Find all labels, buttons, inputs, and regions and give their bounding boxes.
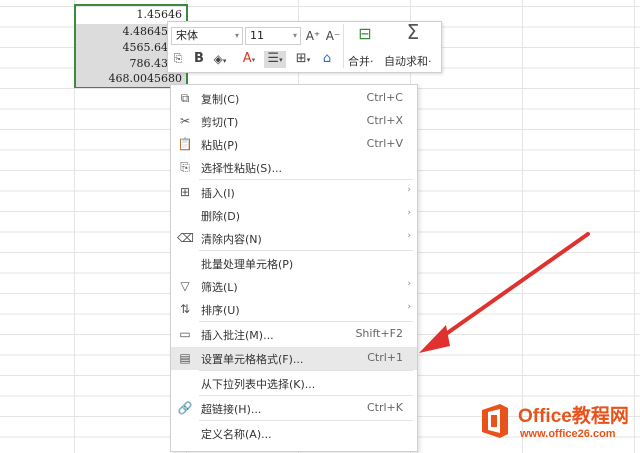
watermark-brand: Office教程网: [518, 406, 629, 427]
watermark-url: www.office26.com: [520, 428, 616, 440]
watermark: Office教程网 www.office26.com: [474, 398, 640, 448]
office-logo-icon: [482, 404, 508, 438]
annotation-arrow: [419, 232, 590, 353]
